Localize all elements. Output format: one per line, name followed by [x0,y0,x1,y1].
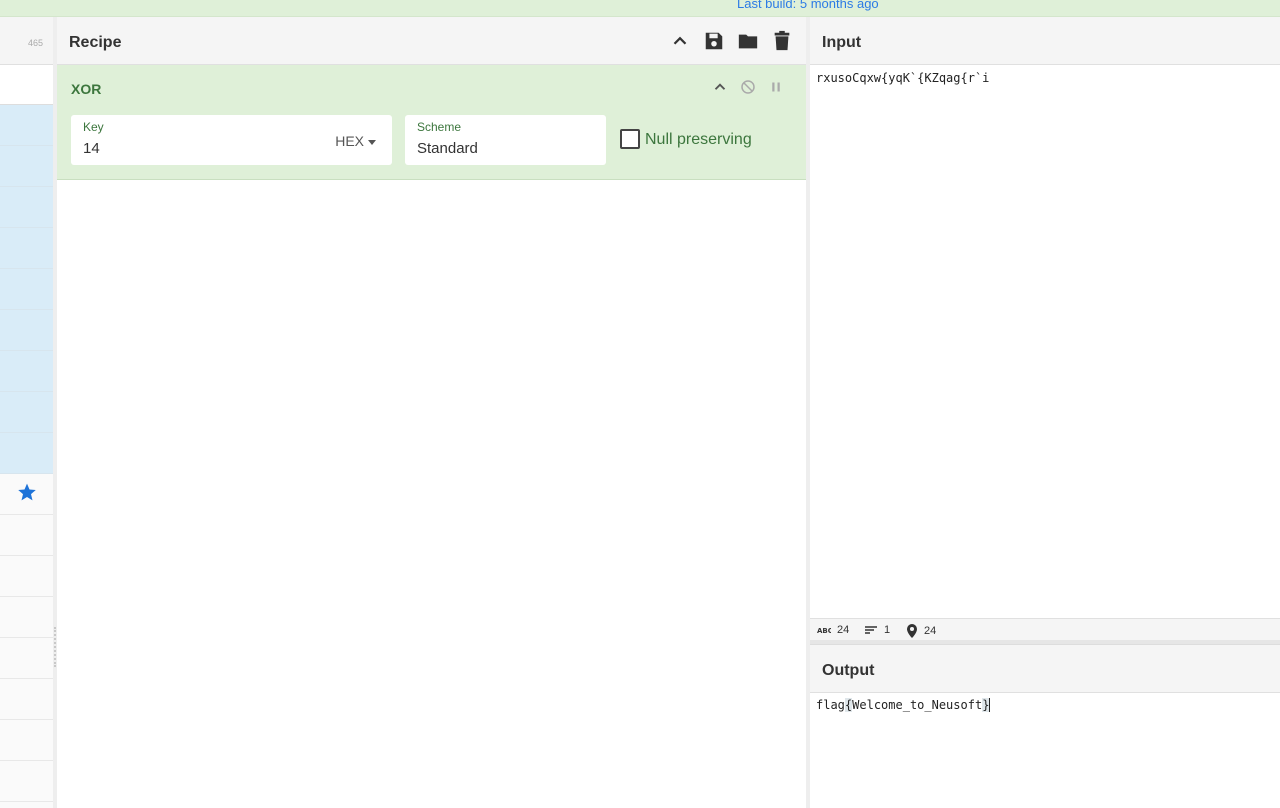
category-item[interactable] [0,638,53,679]
operations-header: 465 [0,17,53,65]
category-item[interactable] [0,761,53,802]
lines-icon [865,626,877,634]
key-value: 14 [83,140,100,157]
pause-icon[interactable] [767,78,785,96]
category-item[interactable] [0,597,53,638]
category-item[interactable] [0,515,53,556]
category-item[interactable] [0,556,53,597]
output-text-middle: Welcome_to_Neusoft [852,698,983,712]
svg-text:ABC: ABC [817,627,831,635]
chevron-up-icon[interactable] [711,78,729,96]
key-label: Key [83,120,104,134]
input-textarea[interactable]: rxusoCqxw{yqK`{KZqag{r`i [816,71,989,85]
star-icon [18,483,36,501]
operation-name: XOR [71,81,102,97]
save-icon[interactable] [703,30,725,52]
recipe-header: Recipe [57,17,806,65]
trash-icon[interactable] [771,30,793,52]
category-item[interactable] [0,679,53,720]
recipe-title: Recipe [69,34,122,51]
operation-list-item[interactable] [0,105,53,146]
disable-icon[interactable] [739,78,757,96]
scheme-label: Scheme [417,120,462,134]
operation-list-item[interactable] [0,187,53,228]
input-panel: Input rxusoCqxw{yqK`{KZqag{r`i [810,17,1280,618]
output-panel: Output flag{Welcome_to_Neusoft} [810,645,1280,808]
text-cursor [989,698,991,712]
input-length: 24 [837,624,850,636]
operation-list-item[interactable] [0,146,53,187]
folder-icon[interactable] [737,30,759,52]
operations-count: 465 [27,38,43,48]
null-preserving-label[interactable]: Null preserving [645,131,752,149]
output-text-start: flag [816,698,845,712]
input-position: 24 [924,625,937,637]
category-item[interactable] [0,720,53,761]
input-status-bar: ABC 24 1 24 [810,618,1280,641]
key-field[interactable]: Key 14 HEX [71,115,392,165]
input-lines: 1 [884,624,891,636]
key-format-dropdown[interactable]: HEX [335,133,376,149]
operations-search-input[interactable] [0,65,53,105]
scheme-select[interactable]: Scheme Standard [405,115,606,165]
output-header: Output [810,645,1280,693]
output-title: Output [822,662,875,679]
favourites-category[interactable] [0,474,53,515]
scheme-value: Standard [417,140,478,157]
top-banner: Last build: 5 months ago [0,0,1280,17]
input-title: Input [822,34,862,51]
operation-list-item[interactable] [0,433,53,474]
location-pin-icon [907,624,917,638]
input-header: Input [810,17,1280,65]
recipe-panel: Recipe XOR Key 14 HEX Scheme Standard Nu… [57,17,806,808]
output-text[interactable]: flag{Welcome_to_Neusoft} [816,698,991,712]
chevron-up-icon[interactable] [669,30,691,52]
operation-list-item[interactable] [0,269,53,310]
operation-list-item[interactable] [0,228,53,269]
null-preserving-checkbox[interactable] [620,129,640,149]
operation-list-item[interactable] [0,392,53,433]
operation-list-item[interactable] [0,351,53,392]
operations-panel: 465 [0,17,54,808]
length-icon: ABC [817,627,831,635]
xor-operation-card: XOR Key 14 HEX Scheme Standard Null pres… [57,65,806,180]
operation-list-item[interactable] [0,310,53,351]
last-build-link[interactable]: Last build: 5 months ago [737,0,879,11]
